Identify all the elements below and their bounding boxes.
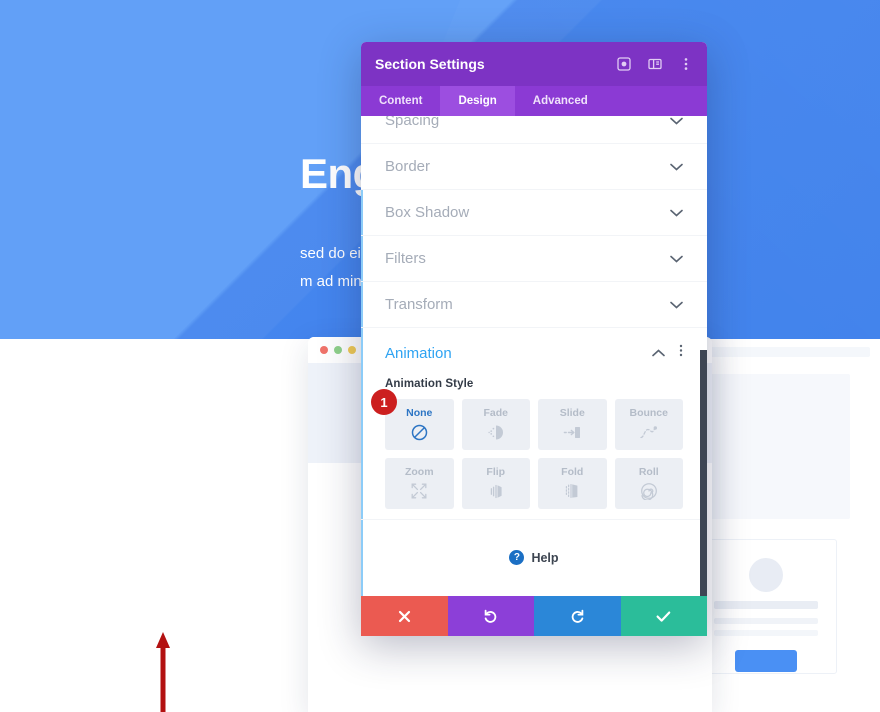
more-vertical-icon[interactable]: [679, 344, 683, 362]
focus-icon[interactable]: [616, 57, 631, 72]
cancel-button[interactable]: [361, 596, 448, 636]
modal-header: Section Settings: [361, 42, 707, 86]
section-settings-modal: Section Settings Content Design Advanced…: [361, 42, 707, 636]
accordion-label: Box Shadow: [385, 204, 470, 221]
animation-style-grid: 1 None Fade Slide Bounce Zoom Flip Fold …: [371, 389, 683, 509]
modal-scrollbar-thumb[interactable]: [700, 350, 707, 596]
animation-section: Animation Animation Style 1 None Fade Sl…: [361, 328, 707, 520]
step-badge: 1: [371, 389, 397, 415]
animation-section-title: Animation: [385, 344, 452, 362]
animation-option-fade[interactable]: Fade: [461, 399, 530, 450]
no-entry-icon: [411, 422, 428, 442]
tab-design[interactable]: Design: [440, 86, 515, 116]
traffic-light-yellow-icon: [348, 346, 356, 354]
accordion-row-spacing[interactable]: Spacing: [361, 116, 707, 144]
accordion-row-border[interactable]: Border: [361, 144, 707, 190]
text-line: [714, 630, 818, 636]
text-line: [714, 601, 818, 609]
help-label: Help: [531, 550, 559, 565]
animation-option-none[interactable]: 1 None: [371, 389, 454, 450]
animation-option-slide[interactable]: Slide: [538, 399, 607, 450]
chevron-down-icon[interactable]: [670, 301, 683, 309]
animation-section-header[interactable]: Animation: [385, 344, 683, 362]
animation-option-roll[interactable]: Roll: [614, 458, 683, 509]
help-link[interactable]: ? Help: [361, 520, 707, 596]
animation-option-bounce[interactable]: Bounce: [614, 399, 683, 450]
animation-option-label: Flip: [486, 466, 506, 478]
animation-option-label: Slide: [559, 407, 585, 419]
animation-option-zoom[interactable]: Zoom: [385, 458, 454, 509]
chevron-up-icon[interactable]: [652, 344, 665, 362]
accordion-row-filters[interactable]: Filters: [361, 236, 707, 282]
animation-option-flip[interactable]: Flip: [461, 458, 530, 509]
slide-icon: [562, 422, 582, 442]
tab-advanced[interactable]: Advanced: [515, 86, 606, 116]
accordion-row-transform[interactable]: Transform: [361, 282, 707, 328]
card-button[interactable]: [735, 650, 797, 672]
annotation-arrow-up-icon: [156, 632, 170, 712]
animation-option-label: Fade: [483, 407, 508, 419]
avatar: [749, 558, 783, 592]
save-button[interactable]: [620, 596, 707, 636]
traffic-light-green-icon: [334, 346, 342, 354]
animation-option-label: Roll: [638, 466, 659, 478]
modal-title: Section Settings: [375, 56, 485, 72]
flip-icon: [487, 481, 505, 501]
chevron-down-icon[interactable]: [670, 255, 683, 263]
accordion-row-box-shadow[interactable]: Box Shadow: [361, 190, 707, 236]
fade-icon: [487, 422, 505, 442]
modal-tabs: Content Design Advanced: [361, 86, 707, 116]
accordion-label: Spacing: [385, 116, 440, 129]
zoom-expand-icon: [410, 481, 428, 501]
animation-option-label: Fold: [561, 466, 584, 478]
tab-content[interactable]: Content: [361, 86, 440, 116]
undo-button[interactable]: [447, 596, 534, 636]
chevron-down-icon[interactable]: [670, 209, 683, 217]
animation-header-actions: [652, 344, 683, 362]
settings-list: Spacing Border Box Shadow Filters Transf…: [361, 116, 707, 596]
animation-option-label: Zoom: [404, 466, 434, 478]
modal-footer: [361, 596, 707, 636]
redo-button[interactable]: [534, 596, 621, 636]
modal-body-scroll-area: Spacing Border Box Shadow Filters Transf…: [361, 116, 707, 596]
layout-panel-icon[interactable]: [647, 57, 662, 72]
chevron-down-icon[interactable]: [670, 117, 683, 125]
accordion-label: Transform: [385, 296, 453, 313]
text-line: [714, 618, 818, 624]
screen: Engagement sed do eiusmod tempor m ad mi…: [0, 0, 880, 712]
accordion-label: Border: [385, 158, 431, 175]
question-mark-icon: ?: [509, 550, 525, 565]
animation-style-label: Animation Style: [385, 378, 474, 390]
animation-option-label: Bounce: [629, 407, 668, 419]
roll-spiral-icon: [640, 481, 658, 501]
more-vertical-icon[interactable]: [678, 57, 693, 72]
animation-option-fold[interactable]: Fold: [538, 458, 607, 509]
fold-icon: [563, 481, 581, 501]
animation-option-label: None: [406, 407, 433, 419]
modal-header-actions: [616, 57, 693, 72]
chevron-down-icon[interactable]: [670, 163, 683, 171]
accordion-label: Filters: [385, 250, 426, 267]
traffic-light-red-icon: [320, 346, 328, 354]
bounce-icon: [639, 422, 659, 442]
content-card[interactable]: [695, 539, 837, 674]
modal-scrollbar[interactable]: [700, 190, 707, 596]
